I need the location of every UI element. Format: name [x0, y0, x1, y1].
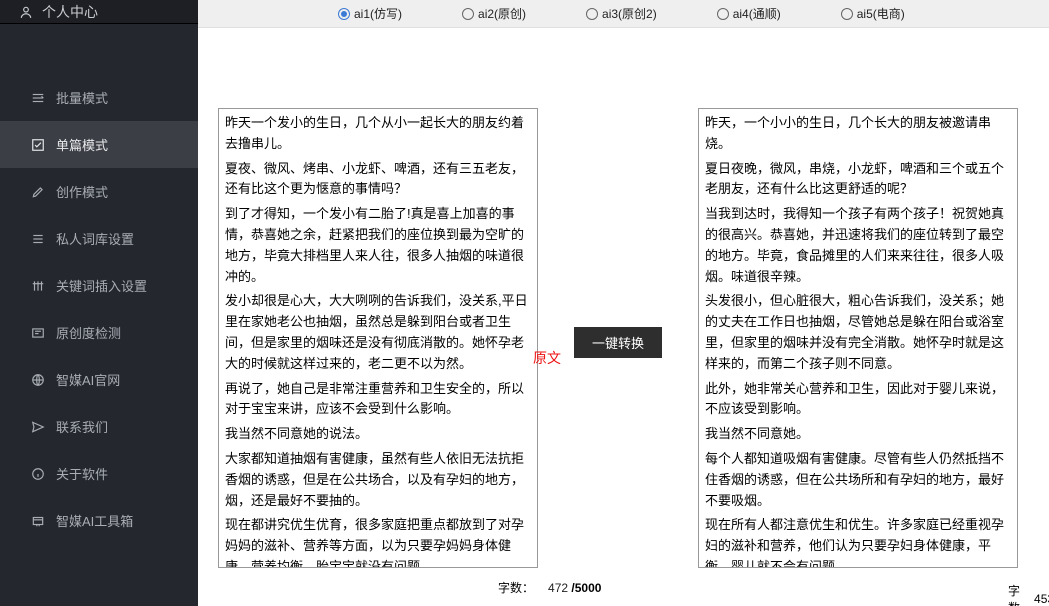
- result-char-label: 字数: [1008, 582, 1020, 606]
- radio-icon: [841, 8, 853, 20]
- sidebar-item-label: 私人词库设置: [56, 229, 134, 248]
- sidebar-item-3[interactable]: 私人词库设置: [0, 215, 198, 262]
- sidebar-item-label: 关键词插入设置: [56, 276, 147, 295]
- globe-icon: [30, 372, 46, 388]
- user-icon: [18, 4, 34, 20]
- sidebar-item-label: 批量模式: [56, 88, 108, 107]
- mode-label: ai5(电商): [857, 5, 905, 22]
- radio-icon: [586, 8, 598, 20]
- sidebar-item-7[interactable]: 联系我们: [0, 403, 198, 450]
- dict-icon: [30, 231, 46, 247]
- sidebar-item-label: 智媒AI官网: [56, 370, 120, 389]
- result-paragraph: 现在所有人都注意优生和优生。许多家庭已经重视孕妇的滋补和营养，他们认为只要孕妇身…: [705, 515, 1015, 567]
- result-paragraph: 当我到达时，我得知一个孩子有两个孩子！祝贺她真的很高兴。恭喜她，并迅速将我们的座…: [705, 204, 1015, 287]
- radio-icon: [717, 8, 729, 20]
- result-footer: 字数 453 清空: [1008, 579, 1049, 606]
- mode-option-1[interactable]: ai2(原创): [462, 5, 526, 22]
- mode-label: ai1(仿写): [354, 5, 402, 22]
- single-icon: [30, 137, 46, 153]
- source-paragraph: 昨天一个发小的生日，几个从小一起长大的朋友约着去撸串儿。: [225, 113, 535, 155]
- mode-option-3[interactable]: ai4(通顺): [717, 5, 781, 22]
- result-paragraph: 夏日夜晚，微风，串烧，小龙虾，啤酒和三个或五个老朋友，还有什么比这更舒适的呢？: [705, 159, 1015, 201]
- mode-label: ai3(原创2): [602, 5, 657, 22]
- source-paragraph: 到了才得知，一个发小有二胎了!真是喜上加喜的事情，恭喜她之余，赶紧把我们的座位换…: [225, 204, 535, 287]
- radio-icon: [462, 8, 474, 20]
- sidebar-item-8[interactable]: 关于软件: [0, 450, 198, 497]
- source-charcount: 字数： 472 /5000: [498, 579, 601, 596]
- result-paragraph: 昨天，一个小小的生日，几个长大的朋友被邀请串烧。: [705, 113, 1015, 155]
- convert-button[interactable]: 一键转换: [574, 327, 662, 358]
- workspace: 昨天一个发小的生日，几个从小一起长大的朋友约着去撸串儿。夏夜、微风、烤串、小龙虾…: [198, 28, 1049, 606]
- radio-icon: [338, 8, 350, 20]
- source-paragraph: 现在都讲究优生优育，很多家庭把重点都放到了对孕妈妈的滋补、营养等方面，以为只要孕…: [225, 515, 535, 567]
- source-max: /5000: [571, 581, 601, 595]
- create-icon: [30, 184, 46, 200]
- sidebar-top[interactable]: 个人中心: [0, 0, 198, 24]
- result-count: 453: [1034, 592, 1049, 606]
- result-paragraph: 此外，她非常关心营养和卫生，因此对于婴儿来说，不应该受到影响。: [705, 379, 1015, 421]
- sidebar-item-9[interactable]: 智媒AI工具箱: [0, 497, 198, 544]
- toolbox-icon: [30, 513, 46, 529]
- sidebar: 个人中心 批量模式单篇模式创作模式私人词库设置关键词插入设置原创度检测智媒AI官…: [0, 0, 198, 606]
- char-label: 字数：: [498, 579, 534, 596]
- sidebar-item-label: 智媒AI工具箱: [56, 511, 133, 530]
- sidebar-item-0[interactable]: 批量模式: [0, 74, 198, 121]
- mode-label: ai2(原创): [478, 5, 526, 22]
- result-panel: 昨天，一个小小的生日，几个长大的朋友被邀请串烧。夏日夜晚，微风，串烧，小龙虾，啤…: [698, 108, 1018, 568]
- source-count: 472: [548, 581, 568, 595]
- mode-option-4[interactable]: ai5(电商): [841, 5, 905, 22]
- keyword-icon: [30, 278, 46, 294]
- result-paragraph: 头发很小，但心脏很大，粗心告诉我们，没关系；她的丈夫在工作日也抽烟，尽管她总是躲…: [705, 291, 1015, 374]
- source-paragraph: 夏夜、微风、烤串、小龙虾、啤酒，还有三五老友，还有比这个更为惬意的事情吗？: [225, 159, 535, 201]
- check-icon: [30, 325, 46, 341]
- batch-icon: [30, 90, 46, 106]
- source-paragraph: 发小却很是心大，大大咧咧的告诉我们，没关系,平日里在家她老公也抽烟，虽然总是躲到…: [225, 291, 535, 374]
- main-area: ai1(仿写) ai2(原创) ai3(原创2) ai4(通顺) ai5(电商) 昨天一…: [198, 0, 1049, 606]
- mode-bar: ai1(仿写) ai2(原创) ai3(原创2) ai4(通顺) ai5(电商): [198, 0, 1049, 28]
- info-icon: [30, 466, 46, 482]
- sidebar-item-4[interactable]: 关键词插入设置: [0, 262, 198, 309]
- mode-label: ai4(通顺): [733, 5, 781, 22]
- sidebar-item-6[interactable]: 智媒AI官网: [0, 356, 198, 403]
- result-paragraph: 我当然不同意她。: [705, 424, 1015, 445]
- sidebar-item-label: 关于软件: [56, 464, 108, 483]
- sidebar-item-label: 原创度检测: [56, 323, 121, 342]
- source-paragraph: 再说了，她自己是非常注重营养和卫生安全的，所以对于宝宝来讲，应该不会受到什么影响…: [225, 379, 535, 421]
- sidebar-item-2[interactable]: 创作模式: [0, 168, 198, 215]
- mode-option-2[interactable]: ai3(原创2): [586, 5, 657, 22]
- source-panel: 昨天一个发小的生日，几个从小一起长大的朋友约着去撸串儿。夏夜、微风、烤串、小龙虾…: [218, 108, 538, 568]
- result-textarea[interactable]: 昨天，一个小小的生日，几个长大的朋友被邀请串烧。夏日夜晚，微风，串烧，小龙虾，啤…: [699, 109, 1017, 567]
- mode-option-0[interactable]: ai1(仿写): [338, 5, 402, 22]
- sidebar-item-label: 联系我们: [56, 417, 108, 436]
- sidebar-top-label: 个人中心: [42, 2, 98, 22]
- source-paragraph: 我当然不同意她的说法。: [225, 424, 535, 445]
- send-icon: [30, 419, 46, 435]
- source-paragraph: 大家都知道抽烟有害健康，虽然有些人依旧无法抗拒香烟的诱惑，但是在公共场合，以及有…: [225, 449, 535, 511]
- sidebar-item-label: 创作模式: [56, 182, 108, 201]
- sidebar-item-1[interactable]: 单篇模式: [0, 121, 198, 168]
- sidebar-item-label: 单篇模式: [56, 135, 108, 154]
- source-textarea[interactable]: 昨天一个发小的生日，几个从小一起长大的朋友约着去撸串儿。夏夜、微风、烤串、小龙虾…: [219, 109, 537, 567]
- sidebar-item-5[interactable]: 原创度检测: [0, 309, 198, 356]
- result-paragraph: 每个人都知道吸烟有害健康。尽管有些人仍然抵挡不住香烟的诱惑，但在公共场所和有孕妇…: [705, 449, 1015, 511]
